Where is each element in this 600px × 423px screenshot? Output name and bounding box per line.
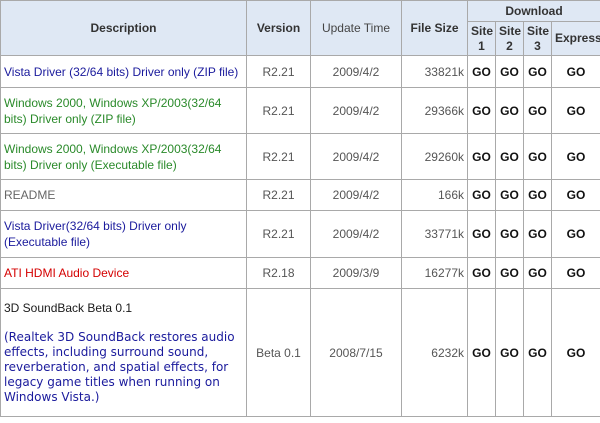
- table-row: Vista Driver (32/64 bits) Driver only (Z…: [0, 55, 600, 88]
- go-express-button[interactable]: GO: [550, 210, 600, 258]
- table-row: 3D SoundBack Beta 0.1 (Realtek 3D SoundB…: [0, 288, 600, 417]
- row-file-size: 33771k: [401, 210, 468, 258]
- row-description: Vista Driver(32/64 bits) Driver only (Ex…: [0, 210, 247, 258]
- go-express-button[interactable]: GO: [550, 288, 600, 417]
- header-site-1: Site 1: [467, 21, 496, 56]
- row-version: R2.21: [246, 210, 311, 258]
- header-update-time: Update Time: [310, 0, 402, 56]
- go-site-3-button[interactable]: GO: [523, 288, 552, 417]
- row-update-time: 2009/4/2: [310, 133, 402, 180]
- row-file-size: 29366k: [401, 87, 468, 134]
- header-download: Download: [466, 0, 600, 22]
- row-version: R2.21: [246, 133, 311, 180]
- row-description: Windows 2000, Windows XP/2003(32/64 bits…: [0, 87, 247, 134]
- row-update-time: 2008/7/15: [310, 288, 402, 417]
- go-site-2-button[interactable]: GO: [495, 179, 524, 211]
- go-site-2-button[interactable]: GO: [495, 257, 524, 289]
- row-version: R2.21: [246, 87, 311, 134]
- row-update-time: 2009/3/9: [310, 257, 402, 289]
- download-table: Description Version Update Time File Siz…: [0, 0, 600, 417]
- row-description: ATI HDMI Audio Device: [0, 257, 247, 289]
- header-file-size: File Size: [401, 0, 468, 56]
- go-site-1-button[interactable]: GO: [467, 55, 496, 88]
- go-express-button[interactable]: GO: [550, 87, 600, 134]
- row-description: 3D SoundBack Beta 0.1 (Realtek 3D SoundB…: [0, 288, 247, 417]
- go-site-1-button[interactable]: GO: [467, 179, 496, 211]
- row-description: README: [0, 179, 247, 211]
- go-site-3-button[interactable]: GO: [523, 133, 552, 180]
- table-row: Windows 2000, Windows XP/2003(32/64 bits…: [0, 87, 600, 134]
- row-update-time: 2009/4/2: [310, 210, 402, 258]
- go-express-button[interactable]: GO: [550, 55, 600, 88]
- go-site-1-button[interactable]: GO: [467, 210, 496, 258]
- row-description: Windows 2000, Windows XP/2003(32/64 bits…: [0, 133, 247, 180]
- table-row: README R2.21 2009/4/2 166k GO GO GO GO: [0, 179, 600, 211]
- header-version: Version: [246, 0, 311, 56]
- go-site-3-button[interactable]: GO: [523, 257, 552, 289]
- row-file-size: 166k: [401, 179, 468, 211]
- header-site-3: Site 3: [523, 21, 552, 56]
- row-version: R2.18: [246, 257, 311, 289]
- row-description: Vista Driver (32/64 bits) Driver only (Z…: [0, 55, 247, 88]
- row-title: 3D SoundBack Beta 0.1: [4, 301, 133, 315]
- table-row: ATI HDMI Audio Device R2.18 2009/3/9 162…: [0, 257, 600, 289]
- go-site-2-button[interactable]: GO: [495, 87, 524, 134]
- row-update-time: 2009/4/2: [310, 55, 402, 88]
- row-version: R2.21: [246, 179, 311, 211]
- row-update-time: 2009/4/2: [310, 87, 402, 134]
- row-version: Beta 0.1: [246, 288, 311, 417]
- header-description: Description: [0, 0, 247, 56]
- go-site-1-button[interactable]: GO: [467, 87, 496, 134]
- go-site-2-button[interactable]: GO: [495, 133, 524, 180]
- row-file-size: 29260k: [401, 133, 468, 180]
- table-row: Windows 2000, Windows XP/2003(32/64 bits…: [0, 133, 600, 180]
- go-site-2-button[interactable]: GO: [495, 55, 524, 88]
- go-site-1-button[interactable]: GO: [467, 257, 496, 289]
- go-express-button[interactable]: GO: [550, 133, 600, 180]
- row-file-size: 6232k: [401, 288, 468, 417]
- header-site-2: Site 2: [495, 21, 524, 56]
- row-note: (Realtek 3D SoundBack restores audio eff…: [4, 330, 235, 404]
- go-express-button[interactable]: GO: [550, 179, 600, 211]
- go-site-1-button[interactable]: GO: [467, 133, 496, 180]
- go-site-1-button[interactable]: GO: [467, 288, 496, 417]
- row-file-size: 33821k: [401, 55, 468, 88]
- row-file-size: 16277k: [401, 257, 468, 289]
- go-site-3-button[interactable]: GO: [523, 179, 552, 211]
- table-row: Vista Driver(32/64 bits) Driver only (Ex…: [0, 210, 600, 258]
- go-site-2-button[interactable]: GO: [495, 288, 524, 417]
- go-site-2-button[interactable]: GO: [495, 210, 524, 258]
- go-site-3-button[interactable]: GO: [523, 87, 552, 134]
- go-site-3-button[interactable]: GO: [523, 55, 552, 88]
- header-express: Express: [550, 21, 600, 56]
- row-version: R2.21: [246, 55, 311, 88]
- row-update-time: 2009/4/2: [310, 179, 402, 211]
- go-site-3-button[interactable]: GO: [523, 210, 552, 258]
- go-express-button[interactable]: GO: [550, 257, 600, 289]
